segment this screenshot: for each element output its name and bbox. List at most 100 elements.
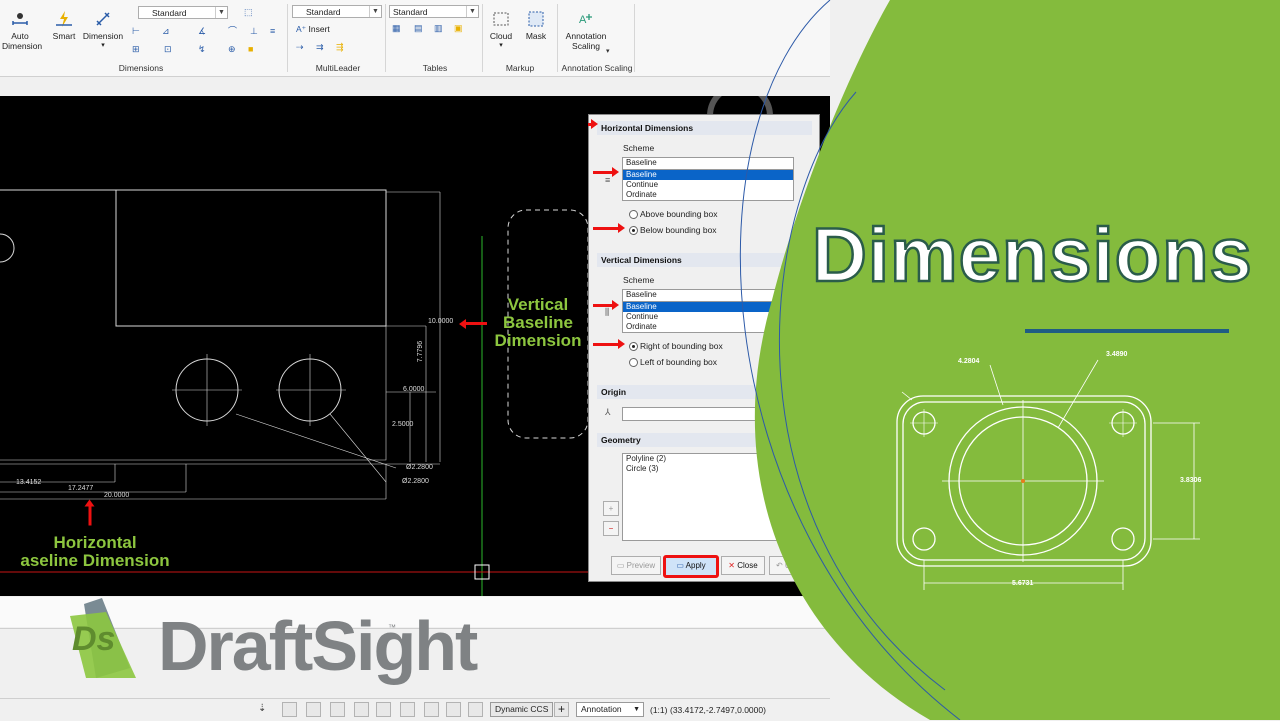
horizontal-option-continue[interactable]: Continue	[623, 180, 793, 190]
dynamic-ccs-toggle[interactable]: Dynamic CCS	[490, 702, 554, 717]
linear-dim-icon[interactable]: ⊢	[132, 26, 146, 37]
ortho-icon[interactable]	[330, 702, 345, 717]
dim-text-diameter-2: Ø2.2800	[402, 478, 429, 485]
dim-tool-icon[interactable]: ⬚	[244, 7, 258, 18]
center-mark-icon[interactable]: ⊡	[164, 44, 178, 55]
horizontal-option-ordinate[interactable]: Ordinate	[623, 190, 793, 200]
preview-label: Preview	[626, 561, 656, 570]
geometry-remove-button[interactable]: −	[603, 521, 619, 536]
model-icon[interactable]	[446, 702, 461, 717]
leader-add-icon[interactable]: ⇢	[296, 42, 310, 53]
close-button[interactable]: ✕ Close	[721, 556, 765, 575]
geometry-list[interactable]: Polyline (2) Circle (3)	[622, 453, 804, 541]
dimension-button[interactable]: Dimension ▾	[82, 10, 124, 51]
radius-dim-icon[interactable]: ⌒	[228, 26, 242, 37]
jog-dim-icon[interactable]: ↯	[198, 44, 212, 55]
baseline-dim-icon[interactable]: ≡	[270, 26, 284, 37]
tolerance-icon[interactable]: ■	[248, 44, 262, 55]
vertical-scheme-value: Baseline	[626, 290, 657, 299]
annotation-scale-icon: A	[579, 14, 592, 26]
red-arrow-icon	[593, 339, 625, 349]
leader-align-icon[interactable]: ⇉	[316, 42, 330, 53]
etrack-icon[interactable]	[400, 702, 415, 717]
geometry-add-button[interactable]: +	[603, 501, 619, 516]
ribbon-separator	[287, 4, 288, 72]
section-vertical-dimensions: Vertical Dimensions	[597, 253, 812, 267]
radio-right-bounding-box[interactable]	[629, 342, 638, 351]
auto-dimension-button[interactable]: Auto Dimension	[2, 10, 42, 51]
flange-dim-b: 3.4890	[1106, 351, 1128, 358]
table-export-icon[interactable]: ▥	[434, 23, 448, 34]
auto-dimension-label: Auto Dimension	[2, 31, 43, 51]
section-horizontal-dimensions: Horizontal Dimensions	[597, 121, 812, 135]
svg-text:A: A	[579, 14, 587, 26]
add-icon[interactable]: +	[554, 702, 569, 717]
table-style-combo[interactable]: Standard ▼	[389, 5, 479, 18]
mleader-style-combo[interactable]: Standard ▼	[292, 5, 382, 18]
ribbon: Auto Dimension Smart Dimension ▾ Standar…	[0, 0, 830, 77]
mask-icon	[528, 11, 544, 27]
preview-button[interactable]: ▭ Preview	[611, 556, 661, 575]
status-bar: ⇣ Dynamic CCS + Annotation ▼ (1:1) (33.4…	[0, 698, 830, 721]
apply-label: Apply	[685, 561, 706, 570]
insert-leader-button[interactable]: A⁺ Insert	[296, 24, 330, 35]
undo-button[interactable]: ↶ Undo	[769, 556, 811, 575]
table-insert-icon[interactable]: ▦	[392, 23, 406, 34]
grid-icon[interactable]	[306, 702, 321, 717]
annotation-scaling-dropdown-icon[interactable]: ▾	[606, 46, 620, 57]
mleader-style-value: Standard	[306, 7, 341, 17]
cursor-icon[interactable]	[282, 702, 297, 717]
annotation-scale-select[interactable]: Annotation ▼	[576, 702, 644, 717]
insert-label: Insert	[308, 24, 330, 34]
red-arrow-icon	[465, 322, 487, 325]
vertical-option-ordinate[interactable]: Ordinate	[623, 322, 793, 332]
table-lock-icon[interactable]: ▣	[454, 23, 468, 34]
cloud-icon	[493, 12, 509, 26]
diameter-dim-icon[interactable]: ⊕	[228, 44, 242, 55]
snap-mode-icon[interactable]: ⇣	[258, 703, 266, 714]
red-arrow-icon	[588, 119, 598, 129]
smart-button[interactable]: Smart	[48, 10, 80, 41]
quickinput-icon[interactable]	[468, 702, 483, 717]
radio-left-bounding-box[interactable]	[629, 358, 638, 367]
dim-text-v10: 10.0000	[428, 318, 454, 325]
horizontal-option-baseline[interactable]: Baseline	[623, 170, 793, 180]
leader-icon: A⁺	[296, 24, 307, 34]
dim-text-diameter-1: Ø2.2800	[406, 464, 433, 471]
leader-collect-icon[interactable]: ⇶	[336, 42, 350, 53]
radio-below-bounding-box[interactable]	[629, 226, 638, 235]
horizontal-scheme-list[interactable]: Baseline Continue Ordinate	[622, 169, 794, 201]
cloud-button[interactable]: Cloud ▾	[486, 10, 516, 51]
logo-mark-text: Ds	[72, 620, 116, 658]
vertical-option-baseline[interactable]: Baseline	[623, 302, 793, 312]
chevron-down-icon: ▼	[369, 6, 381, 17]
origin-pick-icon[interactable]: ⅄	[605, 407, 619, 418]
draftsight-logo-text: DraftSight	[158, 607, 478, 685]
chevron-down-icon: ▼	[633, 706, 640, 713]
dim-text-v7: 7.7796	[417, 340, 425, 363]
aligned-dim-icon[interactable]: ⊿	[162, 26, 176, 37]
cloud-dropdown-icon[interactable]: ▾	[486, 41, 516, 51]
annotation-scaling-button[interactable]: A Annotation Scaling	[562, 10, 610, 51]
table-edit-icon[interactable]: ▤	[414, 23, 428, 34]
dim-style-combo[interactable]: Standard ▼	[138, 6, 228, 19]
horizontal-scheme-label: Scheme	[623, 143, 655, 153]
annotation-horizontal-baseline: Horizontal aseline Dimension	[20, 533, 170, 570]
lineweight-icon[interactable]	[424, 702, 439, 717]
draftsight-logo-mark: Ds	[66, 598, 156, 680]
group-label-annotation-scaling: Annotation Scaling	[561, 63, 633, 73]
polar-icon[interactable]	[354, 702, 369, 717]
red-arrow-icon	[593, 167, 619, 177]
vertical-scheme-list[interactable]: Baseline Continue Ordinate	[622, 301, 794, 333]
angular-dim-icon[interactable]: ∡	[198, 26, 212, 37]
mask-button[interactable]: Mask	[522, 10, 550, 41]
radio-above-bounding-box[interactable]	[629, 210, 638, 219]
vertical-option-continue[interactable]: Continue	[623, 312, 793, 322]
dimension-dropdown-icon[interactable]: ▾	[82, 41, 124, 51]
origin-input[interactable]	[622, 407, 804, 421]
ordinate-dim-icon[interactable]: ⊥	[250, 26, 264, 37]
undo-label: Undo	[784, 561, 805, 570]
apply-button[interactable]: ▭ Apply	[663, 555, 719, 578]
continue-dim-icon[interactable]: ⊞	[132, 44, 146, 55]
esnap-icon[interactable]	[376, 702, 391, 717]
